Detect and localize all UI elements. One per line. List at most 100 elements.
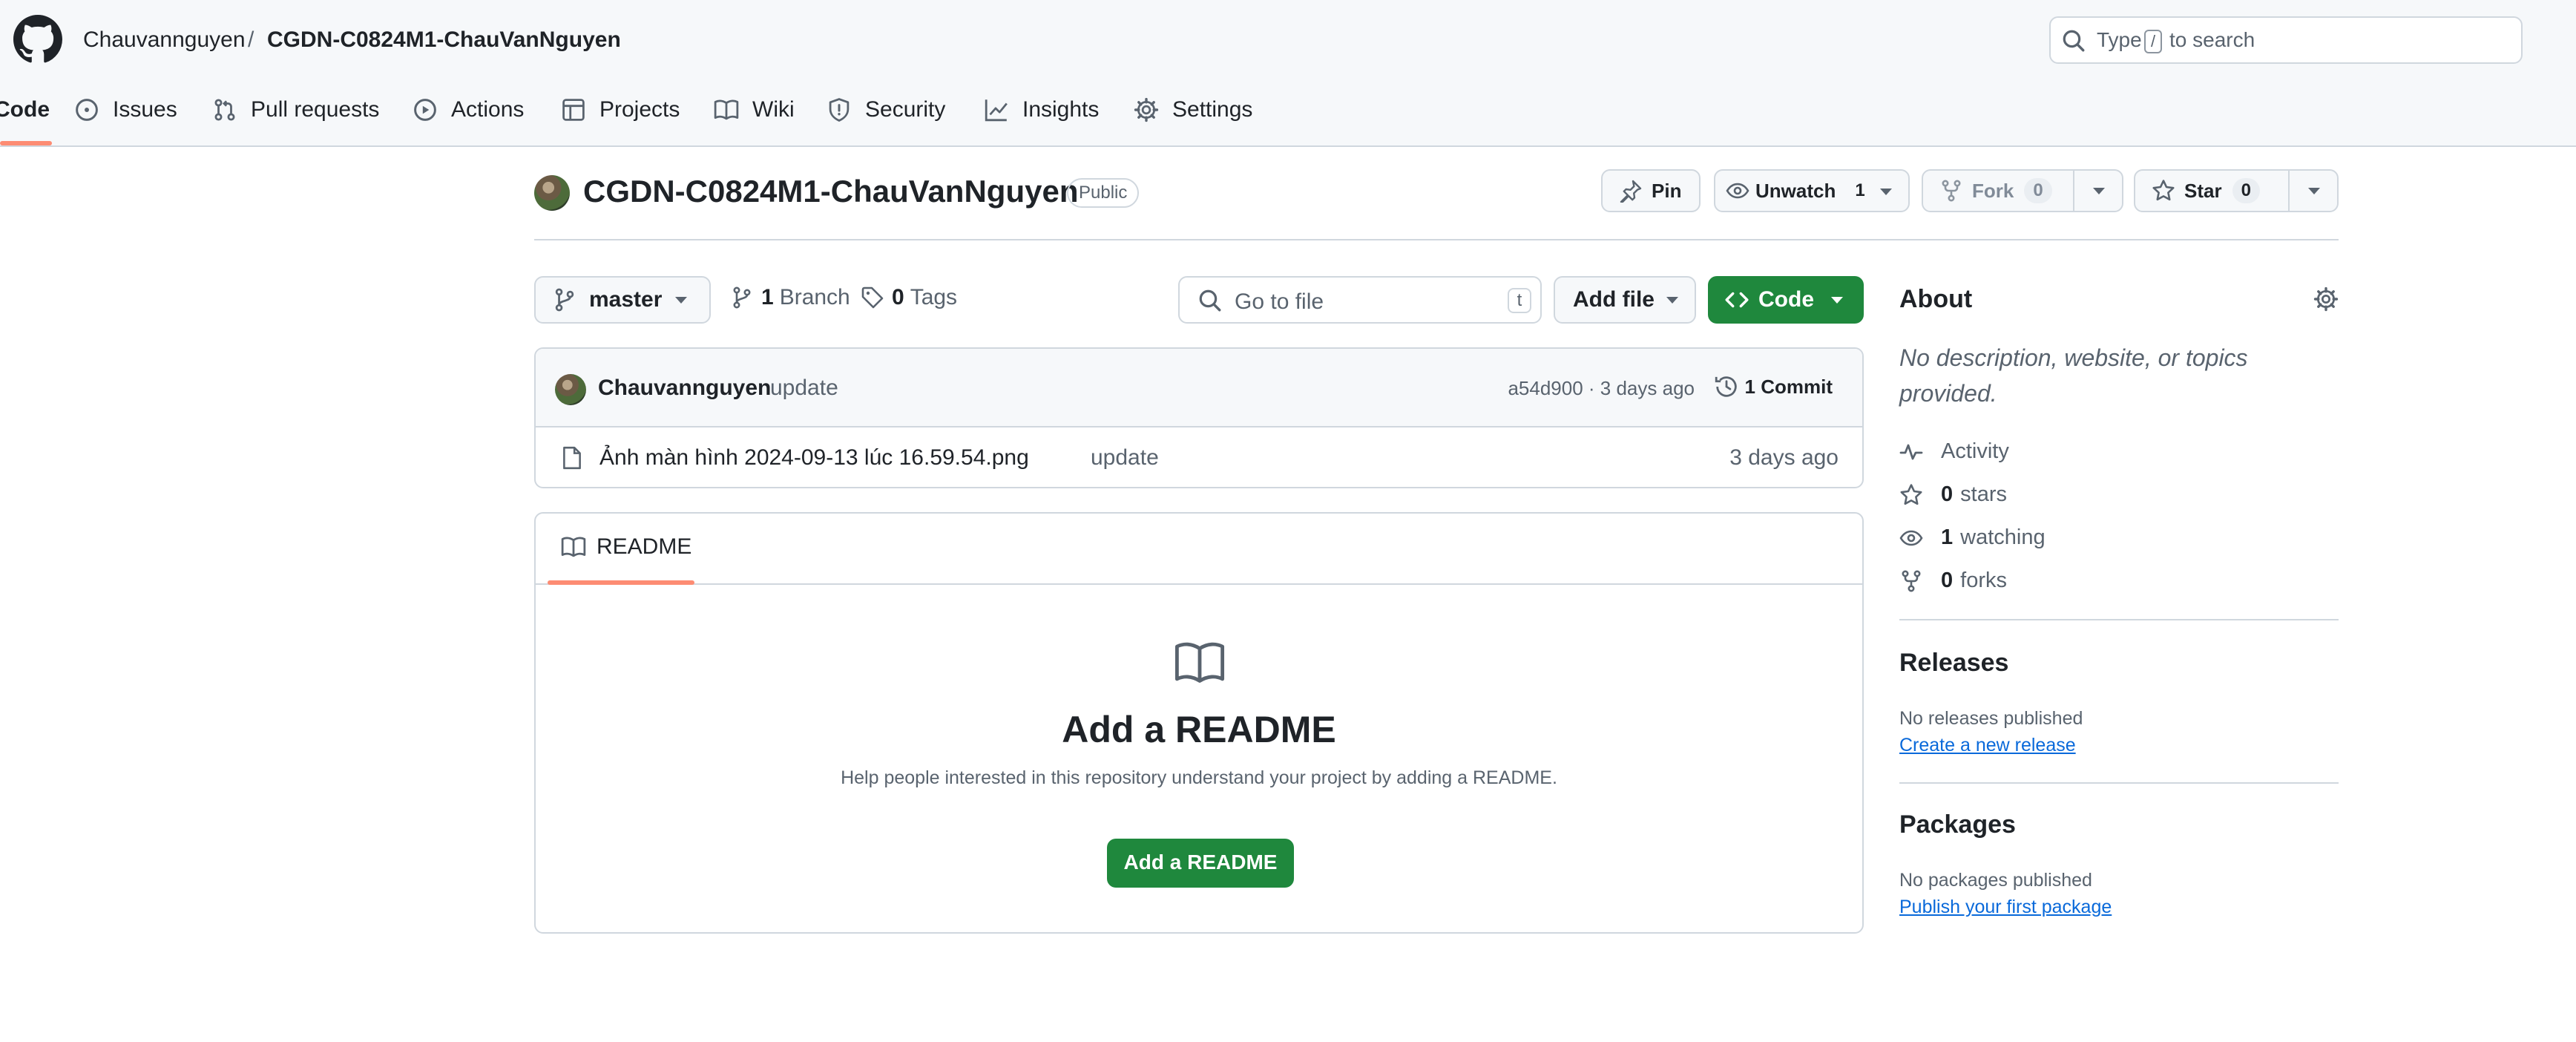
search-icon — [2063, 30, 2085, 52]
book-icon — [561, 537, 586, 557]
branch-select-button[interactable]: master — [534, 276, 711, 324]
commits-link[interactable]: 1 Commit — [1714, 374, 1833, 399]
sidebar-divider — [1899, 782, 2339, 784]
packages-heading[interactable]: Packages — [1899, 810, 2016, 839]
commits-count-label: 1 Commit — [1744, 375, 1833, 398]
tab-insights-label: Insights — [1022, 97, 1100, 122]
search-placeholder-end: to search — [2169, 28, 2255, 51]
latest-commit-row: Chauvannguyen update a54d900 · 3 days ag… — [536, 349, 1862, 427]
header-divider — [534, 239, 2339, 240]
commit-meta[interactable]: a54d900 · 3 days ago — [1508, 377, 1695, 400]
repo-title[interactable]: CGDN-C0824M1-ChauVanNguyen — [583, 174, 1078, 209]
file-name[interactable]: Ảnh màn hình 2024-09-13 lúc 16.59.54.png — [599, 445, 1029, 471]
book-icon — [1174, 642, 1225, 683]
play-icon — [414, 99, 436, 121]
tags-label: Tags — [910, 285, 958, 309]
github-logo-icon[interactable] — [13, 15, 62, 64]
forks-link[interactable]: 0 forks — [1899, 568, 2007, 593]
star-button[interactable]: Star 0 — [2134, 169, 2339, 212]
tag-icon — [861, 286, 884, 309]
tab-actions-label: Actions — [451, 97, 525, 122]
tab-projects[interactable]: Projects — [561, 94, 680, 126]
tab-actions[interactable]: Actions — [413, 94, 524, 126]
tab-code[interactable]: Code — [0, 94, 50, 126]
global-header: Chauvannguyen / CGDN-C0824M1-ChauVanNguy… — [0, 0, 2576, 147]
releases-heading[interactable]: Releases — [1899, 649, 2008, 678]
commit-message[interactable]: update — [770, 376, 838, 401]
tab-security[interactable]: Security — [827, 94, 945, 126]
breadcrumb-owner[interactable]: Chauvannguyen — [83, 27, 246, 53]
search-input[interactable]: Type / to search — [2049, 16, 2523, 64]
table-icon — [562, 99, 585, 121]
forks-label: forks — [1960, 568, 2007, 592]
file-row[interactable]: Ảnh màn hình 2024-09-13 lúc 16.59.54.png… — [536, 429, 1862, 487]
tab-wiki[interactable]: Wiki — [714, 94, 795, 126]
stars-link[interactable]: 0 stars — [1899, 482, 2007, 507]
star-dropdown[interactable] — [2288, 171, 2337, 211]
commit-author-avatar[interactable] — [555, 374, 586, 405]
tab-projects-label: Projects — [599, 97, 680, 122]
tab-pull-requests[interactable]: Pull requests — [212, 94, 379, 126]
owner-avatar[interactable] — [534, 175, 570, 211]
code-button[interactable]: Code — [1708, 276, 1864, 324]
breadcrumb-separator: / — [248, 27, 254, 52]
tab-issues[interactable]: Issues — [74, 94, 177, 126]
chevron-down-icon — [2093, 188, 2105, 194]
go-to-file-placeholder: Go to file — [1235, 289, 1324, 314]
shield-icon — [829, 98, 850, 122]
history-icon — [1715, 376, 1737, 397]
chevron-down-icon — [1831, 297, 1843, 304]
pin-label: Pin — [1652, 179, 1682, 202]
unwatch-button[interactable]: Unwatch 1 — [1714, 169, 1910, 212]
tab-pull-requests-label: Pull requests — [251, 97, 380, 122]
tab-code-underline — [0, 141, 52, 145]
code-button-label: Code — [1758, 287, 1814, 312]
readme-tab[interactable]: README — [561, 534, 691, 560]
chevron-down-icon — [1666, 297, 1678, 304]
watching-link[interactable]: 1 watching — [1899, 525, 2046, 550]
readme-tab-underline — [548, 580, 694, 585]
add-readme-button[interactable]: Add a README — [1107, 839, 1294, 888]
stars-label: stars — [1960, 482, 2007, 506]
unwatch-label: Unwatch — [1755, 179, 1836, 202]
add-file-button[interactable]: Add file — [1554, 276, 1696, 324]
fork-icon — [1942, 180, 1961, 202]
star-icon — [1900, 483, 1922, 505]
pulse-icon — [1899, 444, 1923, 459]
chevron-down-icon — [675, 297, 687, 304]
packages-empty-text: No packages published — [1899, 870, 2092, 891]
breadcrumb-repo[interactable]: CGDN-C0824M1-ChauVanNguyen — [267, 27, 621, 53]
file-commit-date: 3 days ago — [1729, 445, 1839, 470]
tab-insights[interactable]: Insights — [984, 94, 1099, 126]
create-release-link[interactable]: Create a new release — [1899, 735, 2076, 756]
tab-settings[interactable]: Settings — [1134, 94, 1252, 126]
forks-count: 0 — [1941, 568, 1954, 592]
fork-dropdown[interactable] — [2073, 171, 2122, 211]
go-to-file-input[interactable]: Go to file t — [1178, 276, 1542, 324]
gear-icon — [1134, 97, 1159, 122]
pull-request-icon — [214, 99, 235, 121]
star-count: 0 — [2232, 178, 2260, 203]
commit-author[interactable]: Chauvannguyen — [598, 376, 771, 401]
branches-link[interactable]: 1 Branch — [730, 285, 850, 310]
branch-name: master — [589, 287, 663, 312]
activity-link[interactable]: Activity — [1899, 439, 2009, 464]
search-icon — [1199, 289, 1221, 312]
branches-count: 1 — [761, 285, 774, 309]
chevron-down-icon[interactable] — [1880, 189, 1892, 195]
eye-icon — [1726, 183, 1749, 199]
readme-header: README — [536, 514, 1862, 585]
readme-empty-description: Help people interested in this repositor… — [841, 767, 1557, 788]
file-commit-message[interactable]: update — [1091, 445, 1159, 471]
watch-count: 1 — [1855, 180, 1865, 200]
tab-code-label: Code — [0, 97, 50, 122]
fork-button[interactable]: Fork 0 — [1922, 169, 2123, 212]
tags-link[interactable]: 0 Tags — [861, 285, 957, 310]
tab-security-label: Security — [865, 97, 946, 122]
gear-icon[interactable] — [2313, 286, 2339, 312]
publish-package-link[interactable]: Publish your first package — [1899, 897, 2112, 918]
tags-count: 0 — [892, 285, 904, 309]
pin-button[interactable]: Pin — [1601, 169, 1701, 212]
sidebar-divider — [1899, 619, 2339, 620]
fork-icon — [1902, 569, 1921, 592]
